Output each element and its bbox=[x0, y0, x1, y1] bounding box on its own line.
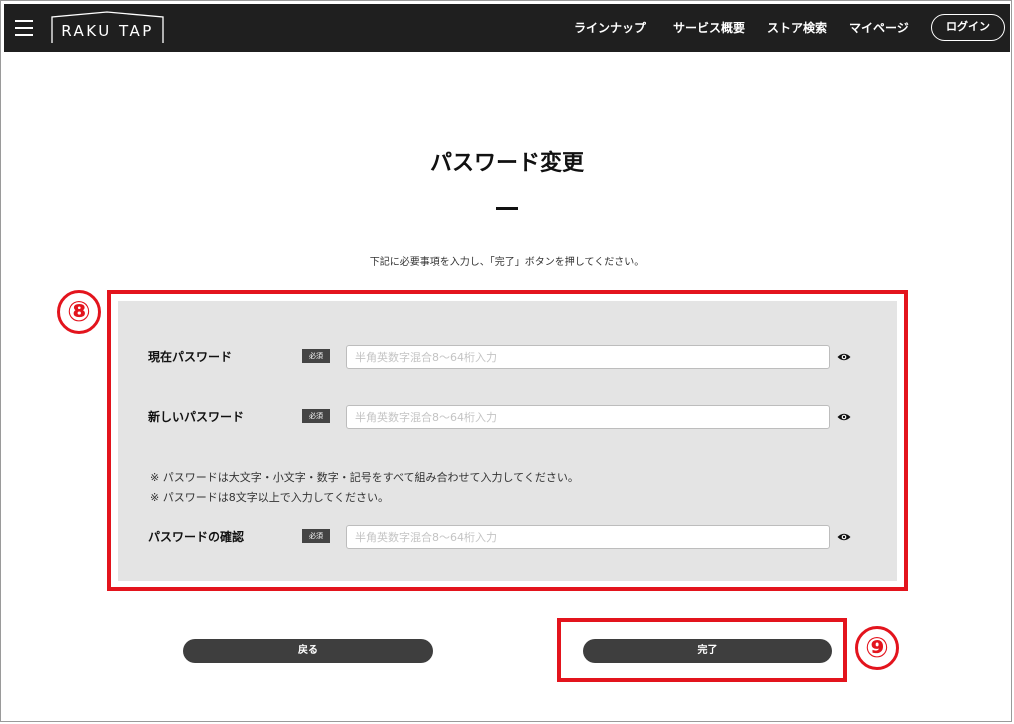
raku-tap-logo[interactable]: RAKU TAP bbox=[51, 11, 164, 44]
nav-service-overview[interactable]: サービス概要 bbox=[673, 20, 745, 36]
callout-number-8: ⑧ bbox=[57, 290, 101, 334]
logo-text: RAKU TAP bbox=[61, 22, 154, 40]
back-button[interactable]: 戻る bbox=[183, 639, 433, 663]
form-highlight-box bbox=[107, 290, 908, 591]
title-divider bbox=[496, 207, 518, 210]
nav-my-page[interactable]: マイページ bbox=[849, 20, 909, 36]
callout-number-9: ⑨ bbox=[855, 626, 899, 670]
page-title: パスワード変更 bbox=[429, 151, 584, 176]
nav-store-search[interactable]: ストア検索 bbox=[767, 20, 827, 36]
hamburger-menu-icon[interactable] bbox=[15, 20, 33, 36]
site-header: RAKU TAP ラインナップ サービス概要 ストア検索 マイページ ログイン bbox=[4, 4, 1010, 52]
login-button[interactable]: ログイン bbox=[931, 14, 1005, 41]
complete-button-highlight-box bbox=[557, 618, 847, 682]
instructions-text: 下記に必要事項を入力し、「完了」ボタンを押してください。 bbox=[369, 257, 645, 268]
nav-lineup[interactable]: ラインナップ bbox=[574, 20, 646, 36]
